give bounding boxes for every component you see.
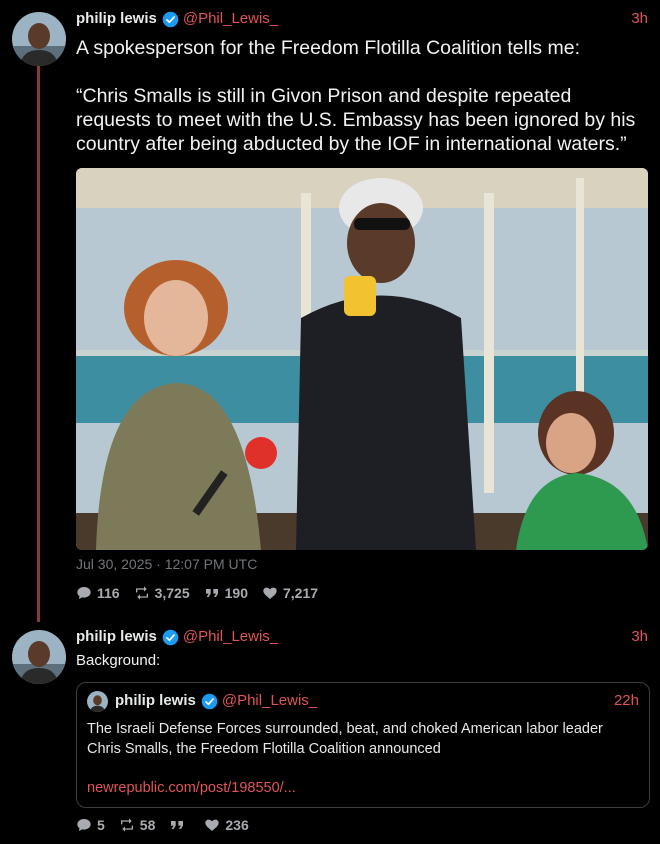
tweet-text: A spokesperson for the Freedom Flotilla … <box>76 37 636 155</box>
verified-badge-icon <box>162 11 179 27</box>
quoted-link[interactable]: newrepublic.com/post/198550/... <box>87 780 296 796</box>
avatar[interactable] <box>12 630 66 684</box>
retweet-button[interactable]: 3,725 <box>134 585 190 601</box>
retweet-count: 58 <box>139 817 156 833</box>
like-button[interactable]: 236 <box>204 817 249 833</box>
reply-button[interactable]: 5 <box>76 817 105 833</box>
quote-count: 190 <box>224 585 248 601</box>
tweet-time[interactable]: 3h <box>631 628 648 646</box>
verified-badge-icon <box>162 629 179 645</box>
author-handle[interactable]: @Phil_Lewis_ <box>183 10 278 28</box>
quote-button[interactable]: 190 <box>204 585 248 601</box>
tweet-photo[interactable] <box>76 168 648 550</box>
tweet-actions: 116 3,725 190 7,217 <box>76 585 318 601</box>
retweet-button[interactable]: 58 <box>119 817 156 833</box>
reply-button[interactable]: 116 <box>76 585 120 601</box>
reply-icon <box>77 819 91 831</box>
quoted-avatar <box>87 691 108 712</box>
heart-icon <box>263 587 277 599</box>
retweet-icon <box>120 818 133 832</box>
like-button[interactable]: 7,217 <box>262 585 318 601</box>
retweet-count: 3,725 <box>154 585 190 601</box>
retweet-icon <box>135 586 148 600</box>
tweet-header: philip lewis @Phil_Lewis_ 3h <box>76 628 648 646</box>
tweet-time[interactable]: 3h <box>631 10 648 28</box>
author-handle[interactable]: @Phil_Lewis_ <box>183 628 278 646</box>
tweet-actions: 5 58 236 <box>76 817 249 833</box>
quote-icon <box>171 821 184 829</box>
like-count: 7,217 <box>283 585 319 601</box>
author-name[interactable]: philip lewis <box>76 10 157 28</box>
quoted-time: 22h <box>613 692 639 709</box>
quoted-author-name: philip lewis <box>115 692 196 709</box>
tweet-header: philip lewis @Phil_Lewis_ 3h <box>76 10 648 28</box>
quote-button[interactable] <box>169 817 190 833</box>
quote-icon <box>205 589 218 597</box>
quoted-tweet[interactable]: philip lewis @Phil_Lewis_ 22h The Israel… <box>76 682 650 808</box>
avatar[interactable] <box>12 12 66 66</box>
reply-count: 116 <box>97 585 120 601</box>
like-count: 236 <box>225 817 249 833</box>
tweet-timestamp[interactable]: Jul 30, 2025 · 12:07 PM UTC <box>76 556 257 572</box>
tweet-main[interactable]: philip lewis @Phil_Lewis_ 3h A spokesper… <box>0 0 660 620</box>
heart-icon <box>205 819 220 831</box>
tweet-reply[interactable]: philip lewis @Phil_Lewis_ 3h Background:… <box>0 620 660 844</box>
tweet-text: Background: <box>76 652 161 669</box>
reply-count: 5 <box>97 817 105 833</box>
verified-badge-icon <box>201 693 218 709</box>
quoted-text: The Israeli Defense Forces surrounded, b… <box>87 721 603 757</box>
author-name[interactable]: philip lewis <box>76 628 157 646</box>
quoted-header: philip lewis @Phil_Lewis_ 22h <box>115 692 639 710</box>
quoted-author-handle: @Phil_Lewis_ <box>221 692 318 709</box>
reply-icon <box>77 587 91 599</box>
